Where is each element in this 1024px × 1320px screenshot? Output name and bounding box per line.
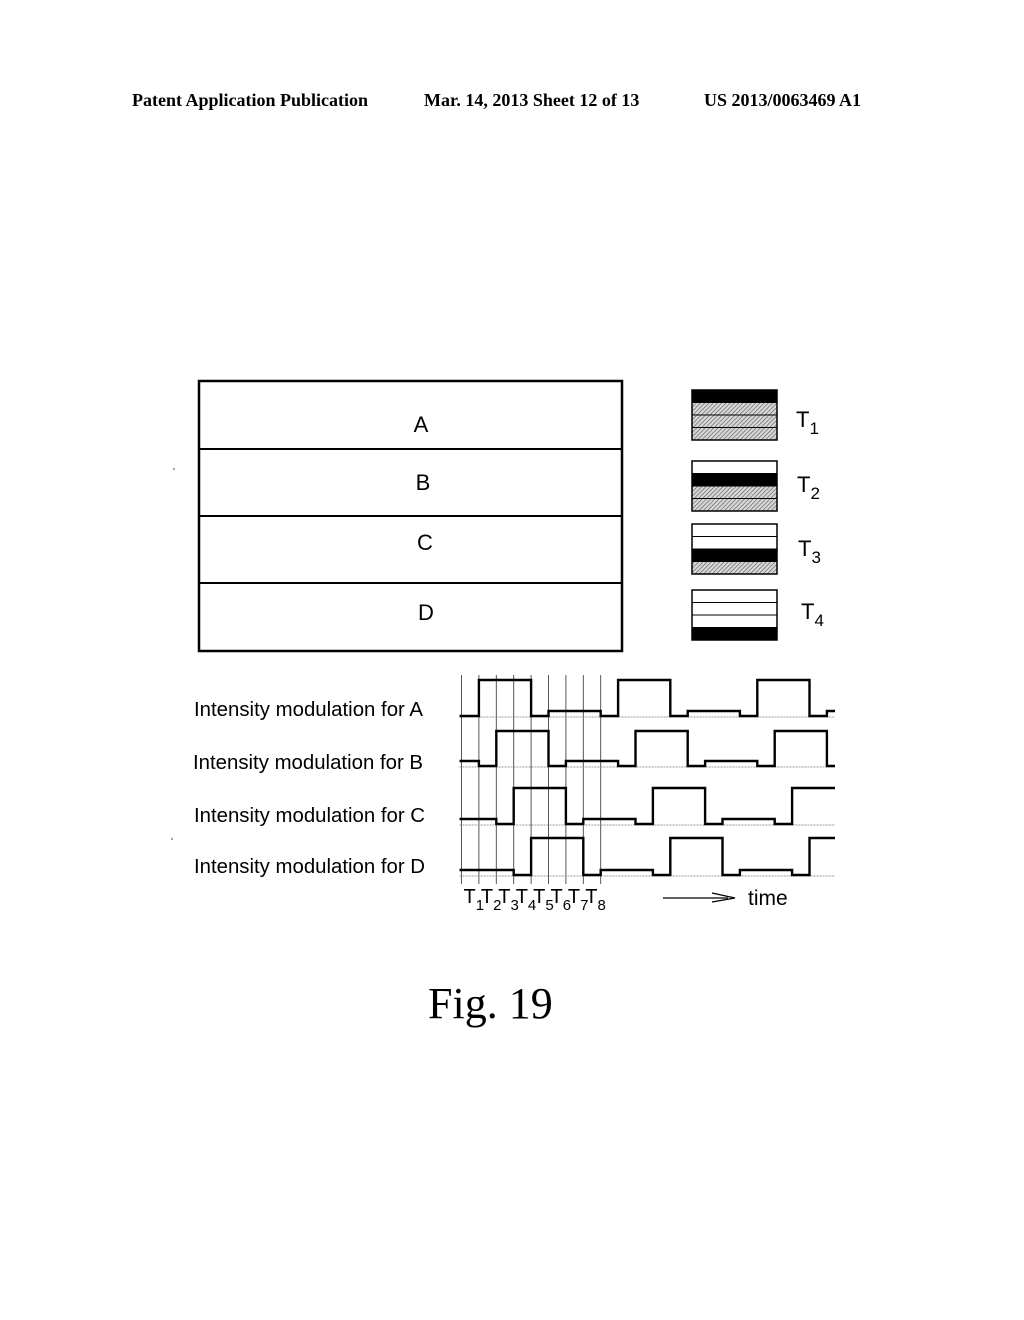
region-stack: A B C D (197, 379, 624, 653)
figure-caption: Fig. 19 (428, 979, 553, 1028)
time-axis-label: time (748, 887, 788, 910)
timing-diagram: Intensity modulation for A Intensity mod… (193, 675, 835, 914)
legend-label-subscript: 2 (810, 484, 819, 503)
scan-speck (171, 838, 173, 840)
legend-label-subscript: 3 (811, 548, 820, 567)
swatch-layer-white (691, 602, 778, 616)
legend-label-subscript: 1 (809, 419, 818, 438)
swatch-layer-hatch (691, 402, 778, 416)
legend-label-t1: T1 (796, 407, 819, 438)
legend-label-t4: T4 (801, 599, 824, 630)
swatch-layer-black (691, 473, 778, 487)
channel-label-d: Intensity modulation for D (194, 856, 425, 878)
channel-label-c: Intensity modulation for C (194, 805, 425, 827)
slot-labels: T1T2T3T4T5T6T7T8 (464, 886, 606, 914)
swatch-layer-hatch (691, 414, 778, 428)
swatch-layer-black (691, 389, 778, 403)
waveform-a (459, 678, 835, 718)
swatch-layer-white (691, 460, 778, 474)
waveform-d (459, 836, 835, 877)
swatch-layer-white (691, 523, 778, 537)
region-label-d: D (418, 600, 434, 625)
region-label-c: C (417, 530, 433, 555)
legend-swatch-2 (691, 460, 778, 512)
swatch-layer-black (691, 548, 778, 562)
swatch-layer-hatch (691, 427, 778, 441)
scan-speck (173, 468, 175, 470)
channel-label-b: Intensity modulation for B (193, 752, 423, 774)
swatch-layer-hatch (691, 561, 778, 575)
legend-label-subscript: 4 (814, 611, 823, 630)
legend-swatch-1 (691, 389, 778, 441)
slot-label-subscript: 8 (598, 897, 606, 914)
legend: T1 T2 T3 T4 (691, 389, 824, 641)
waveform-b (459, 729, 835, 768)
swatch-layer-hatch (691, 485, 778, 499)
legend-swatch-3 (691, 523, 778, 575)
figure-19-diagram: A B C D T1 T2 T3 T4 Intensity modulation fo… (171, 379, 835, 914)
channel-label-a: Intensity modulation for A (194, 699, 424, 721)
region-label-a: A (414, 412, 429, 437)
waveforms (459, 678, 835, 877)
swatch-layer-white (691, 536, 778, 550)
region-label-b: B (416, 470, 431, 495)
legend-label-t2: T2 (797, 472, 820, 503)
swatch-layer-hatch (691, 498, 778, 512)
legend-label-t3: T3 (798, 536, 821, 567)
time-arrow: time (663, 887, 788, 910)
legend-swatch-4 (691, 589, 778, 641)
waveform-c (459, 786, 835, 826)
channel-baselines (459, 716, 835, 877)
swatch-layer-black (691, 627, 778, 641)
swatch-layer-white (691, 589, 778, 603)
swatch-layer-white (691, 614, 778, 628)
